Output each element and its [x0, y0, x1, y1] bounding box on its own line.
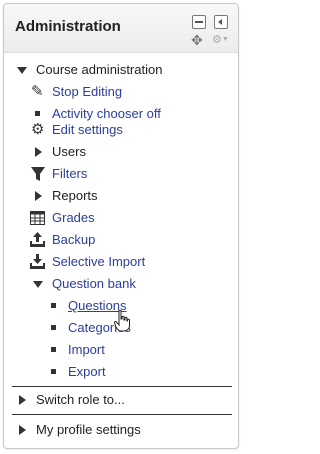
divider [12, 414, 232, 415]
expanded-arrow-icon [14, 60, 30, 80]
collapsed-arrow-icon [30, 186, 46, 206]
collapsed-arrow-icon [30, 142, 46, 162]
filter-icon [30, 164, 46, 184]
move-icon[interactable]: ✥ [191, 33, 203, 47]
block-title: Administration [15, 18, 121, 35]
hand-cursor-icon [114, 310, 130, 332]
collapsed-arrow-icon [14, 390, 30, 410]
table-icon [30, 208, 46, 228]
pencil-icon: ✎ [31, 83, 44, 100]
bullet-icon [46, 362, 62, 382]
gear-icon[interactable]: ⚙▼ [212, 34, 229, 46]
divider [12, 386, 232, 387]
collapsed-arrow-icon [14, 420, 30, 440]
bullet-icon [46, 296, 62, 316]
hide-block-icon[interactable] [214, 15, 228, 29]
bullet-icon [46, 318, 62, 338]
upload-icon [30, 230, 46, 250]
block-header: Administration ✥ ⚙▼ [4, 4, 238, 53]
download-icon [30, 252, 46, 272]
bullet-icon [46, 340, 62, 360]
administration-block: Administration ✥ ⚙▼ Course administratio… [3, 3, 239, 449]
expanded-arrow-icon [30, 274, 46, 294]
gear-icon: ⚙ [31, 121, 45, 138]
dock-icon[interactable] [192, 15, 206, 29]
